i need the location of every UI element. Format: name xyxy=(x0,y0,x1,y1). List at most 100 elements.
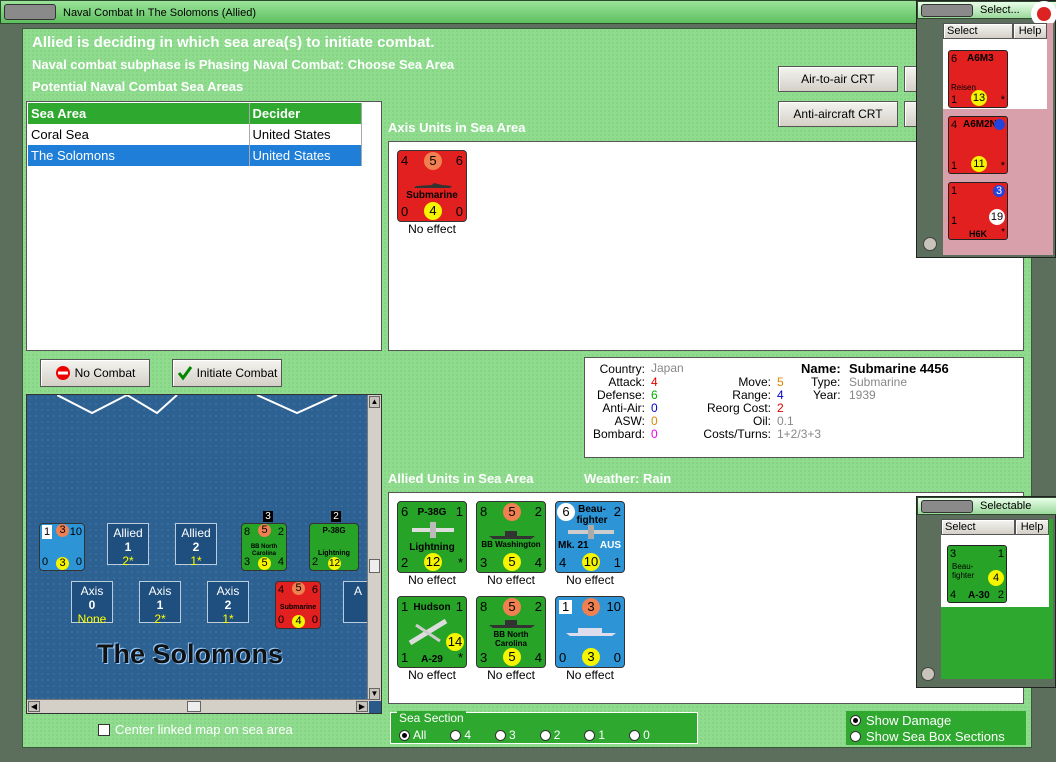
map-horizontal-scrollbar[interactable]: ◀ ▶ xyxy=(27,699,369,713)
counter-tr: 10 xyxy=(606,599,621,614)
select-popup-menu-button[interactable] xyxy=(921,4,973,17)
sea-map[interactable]: 1 3 10 0 3 0 Allied 1 2* Allied 2 1* 3 8… xyxy=(26,394,382,714)
selectable-popup-menu-button[interactable] xyxy=(921,500,973,513)
table-row-selected[interactable]: The Solomons United States xyxy=(28,145,362,166)
allied-counter-hudson[interactable]: 1 Hudson 1 1 A-29 14 * xyxy=(397,596,467,668)
column-header-decider[interactable]: Decider xyxy=(249,103,362,124)
sea-section-group: Sea Section All 4 3 2 1 0 xyxy=(390,711,698,744)
scroll-down-arrow-icon[interactable]: ▼ xyxy=(369,688,380,700)
country-label: Country: xyxy=(599,362,645,376)
select-unit-a6m2n[interactable]: 4 A6M2N 1 11 * xyxy=(948,116,1008,174)
stack-count: 3 xyxy=(263,511,273,522)
select-tab[interactable]: Select xyxy=(941,519,1015,535)
air-to-air-crt-button[interactable]: Air-to-air CRT xyxy=(778,66,898,92)
map-vertical-scrollbar[interactable]: ▲ ▼ xyxy=(367,395,381,701)
counter-br: 4 xyxy=(534,650,542,665)
select-unit-h6k[interactable]: 1 3 1 19 H6K * xyxy=(948,182,1008,240)
range-value: 4 xyxy=(777,388,784,402)
allied-counter-bb-washington[interactable]: 8 5 2 BB Washington 3 5 4 xyxy=(476,501,546,573)
select-popup-title: Select... xyxy=(980,4,1020,16)
counter-tr: 10 xyxy=(69,526,82,538)
counter-tr: 1 xyxy=(997,548,1004,560)
show-sea-box-option[interactable]: Show Sea Box Sections xyxy=(850,729,1005,744)
counter-tr: 1 xyxy=(455,504,463,519)
center-linked-checkbox[interactable] xyxy=(98,723,110,736)
window-title: Naval Combat In The Solomons (Allied) xyxy=(63,7,256,19)
show-damage-option[interactable]: Show Damage xyxy=(850,713,951,728)
radio-dot[interactable] xyxy=(629,729,641,741)
antiair-value: 0 xyxy=(651,401,658,415)
popup-scroll-icon[interactable] xyxy=(923,237,937,251)
radio-dot[interactable] xyxy=(495,729,507,741)
radio-dot[interactable] xyxy=(539,729,551,741)
counter-tl: 6 xyxy=(557,503,575,521)
allied-counter-beaufighter[interactable]: 6 Beau-fighter 2 Mk. 21 AUS 4 10 1 xyxy=(555,501,625,573)
radio-2[interactable]: 2 xyxy=(539,728,560,742)
attack-value: 4 xyxy=(651,375,658,389)
cruiser-icon xyxy=(566,628,616,636)
map-counter-p38g[interactable]: P-38G Lightning 2 12 xyxy=(309,523,359,571)
reorg-label: Reorg Cost: xyxy=(706,401,771,415)
center-linked-checkbox-row[interactable]: Center linked map on sea area xyxy=(98,722,293,737)
radio-dot[interactable] xyxy=(850,715,861,726)
allied-counter-cruiser[interactable]: 1 3 10 0 3 0 xyxy=(555,596,625,668)
scroll-up-arrow-icon[interactable]: ▲ xyxy=(369,396,380,408)
counter-name: Submarine xyxy=(406,190,458,201)
counter-name: P-38G xyxy=(322,526,346,535)
counter-tl: 4 xyxy=(951,119,958,131)
counter-bl: 2 xyxy=(401,555,409,570)
radio-all[interactable]: All xyxy=(399,728,426,742)
no-combat-button[interactable]: No Combat xyxy=(40,359,150,387)
popup-scroll-icon[interactable] xyxy=(921,667,935,681)
help-tab[interactable]: Help xyxy=(1013,23,1047,39)
system-menu-button[interactable] xyxy=(4,4,56,20)
radio-0[interactable]: 0 xyxy=(629,728,650,742)
scroll-thumb[interactable] xyxy=(369,559,380,573)
column-header-sea-area[interactable]: Sea Area xyxy=(28,103,250,124)
scroll-thumb[interactable] xyxy=(187,701,201,712)
table-row[interactable]: Coral Sea United States xyxy=(28,124,362,145)
no-entry-icon xyxy=(55,366,70,380)
counter-nation: AUS xyxy=(599,540,621,551)
allied-counter-bb-north-carolina[interactable]: 8 5 2 BB North Carolina 3 5 4 xyxy=(476,596,546,668)
battleship-icon xyxy=(489,620,535,628)
axis-box-1[interactable]: Axis 1 2* xyxy=(139,581,181,626)
radio-dot[interactable] xyxy=(399,729,410,741)
counter-name: A6M3 xyxy=(967,53,994,64)
select-popup: Select... Select Help 6 A6M3 Reisen 1 13… xyxy=(916,0,1056,258)
initiate-combat-button[interactable]: Initiate Combat xyxy=(172,359,282,387)
radio-dot[interactable] xyxy=(584,729,596,741)
selectable-popup-title: Selectable xyxy=(980,500,1032,512)
allied-counter-p38g[interactable]: 6 P-38G 1 Lightning 2 12 * xyxy=(397,501,467,573)
radio-1[interactable]: 1 xyxy=(584,728,605,742)
radio-3[interactable]: 3 xyxy=(495,728,516,742)
counter-br: * xyxy=(457,555,463,570)
radio-4[interactable]: 4 xyxy=(450,728,471,742)
radio-dot[interactable] xyxy=(850,731,861,742)
window-titlebar[interactable]: Naval Combat In The Solomons (Allied) xyxy=(0,0,1056,24)
counter-move: 6 xyxy=(455,153,463,168)
select-unit-a6m3[interactable]: 6 A6M3 Reisen 1 13 * xyxy=(948,50,1008,108)
table-cell-area: The Solomons xyxy=(28,145,250,166)
counter-bl: 4 xyxy=(950,589,957,601)
year-label: Year: xyxy=(813,388,841,402)
help-tab[interactable]: Help xyxy=(1015,519,1049,535)
scroll-left-arrow-icon[interactable]: ◀ xyxy=(28,701,40,712)
counter-br: 1 xyxy=(613,555,621,570)
allied-box-2[interactable]: Allied 2 1* xyxy=(175,523,217,568)
range-label: Range: xyxy=(732,388,771,402)
map-counter-cruiser[interactable]: 1 3 10 0 3 0 xyxy=(39,523,85,571)
axis-box-0[interactable]: Axis 0 None xyxy=(71,581,113,626)
scroll-right-arrow-icon[interactable]: ▶ xyxy=(356,701,368,712)
costs-value: 1+2/3+3 xyxy=(777,427,822,441)
map-counter-submarine[interactable]: 4 5 6 Submarine 0 4 0 xyxy=(275,581,321,629)
map-counter-bb-north-carolina[interactable]: 8 5 2 BB North Carolina 3 5 4 xyxy=(241,523,287,571)
select-tab[interactable]: Select xyxy=(943,23,1013,39)
radio-dot[interactable] xyxy=(450,729,462,741)
anti-aircraft-crt-button[interactable]: Anti-aircraft CRT xyxy=(778,101,898,127)
counter-sub: A-29 xyxy=(421,654,443,665)
allied-box-1[interactable]: Allied 1 2* xyxy=(107,523,149,568)
selectable-unit-beaufighter[interactable]: 3 1 Beau-fighter 4 4 A-30 2 xyxy=(947,545,1007,603)
axis-counter-submarine[interactable]: 4 5 6 Submarine 0 4 0 xyxy=(397,150,467,222)
axis-box-2[interactable]: Axis 2 1* xyxy=(207,581,249,626)
